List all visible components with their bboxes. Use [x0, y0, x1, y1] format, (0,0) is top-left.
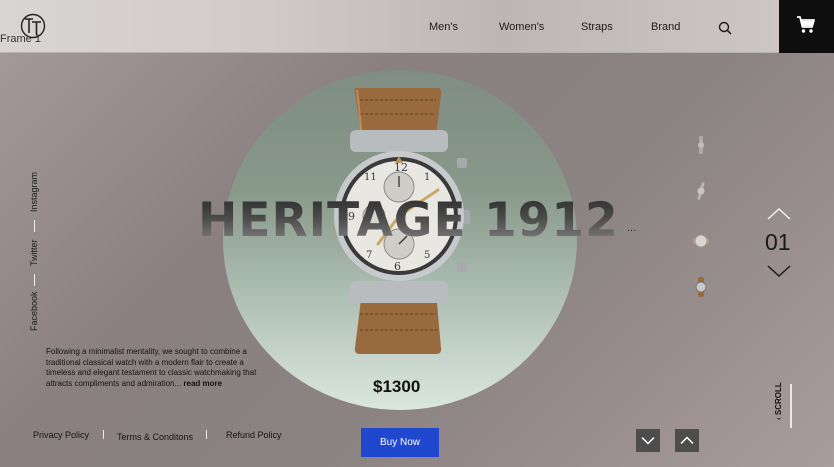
footer-privacy-policy-link[interactable]: Privacy Policy	[33, 430, 89, 440]
description-text: Following a minimalist mentality, we sou…	[46, 347, 257, 388]
cart-icon	[797, 16, 815, 33]
search-icon[interactable]	[718, 21, 732, 35]
watch-thumbnail[interactable]	[690, 134, 712, 156]
watch-thumbnail[interactable]	[690, 276, 712, 298]
scroll-up-button[interactable]	[675, 429, 699, 452]
product-price: $1300	[373, 377, 421, 396]
footer-refund-policy-link[interactable]: Refund Policy	[226, 430, 282, 440]
scroll-label-text: SCROLL	[774, 382, 783, 416]
slide-counter: 01	[765, 229, 791, 255]
footer-terms-link[interactable]: Terms & Conditons	[117, 432, 193, 442]
product-description: Following a minimalist mentality, we sou…	[46, 347, 258, 389]
buy-now-button[interactable]: Buy Now	[361, 428, 439, 457]
svg-text:7: 7	[366, 250, 372, 261]
nav-mens[interactable]: Men's	[429, 21, 458, 33]
read-more-link[interactable]: read more	[183, 379, 222, 388]
svg-text:6: 6	[394, 260, 401, 273]
frame-label: Frame 1	[0, 33, 41, 45]
chevron-up-icon[interactable]	[766, 206, 792, 222]
nav-straps[interactable]: Straps	[581, 21, 613, 33]
social-divider	[34, 220, 35, 232]
product-title: HERITAGE 1912	[198, 193, 638, 248]
svg-text:1: 1	[424, 172, 430, 183]
title-ellipsis: ...	[627, 222, 637, 234]
nav-womens[interactable]: Women's	[499, 21, 544, 33]
social-divider	[34, 274, 35, 286]
nav-brand[interactable]: Brand	[651, 21, 680, 33]
chevron-up-icon	[680, 436, 694, 445]
top-navigation-bar: Frame 1 Men's Women's Straps Brand	[0, 0, 834, 53]
social-twitter-link[interactable]: Twitter	[29, 239, 39, 266]
cart-button[interactable]	[779, 0, 834, 53]
footer-divider	[103, 430, 104, 439]
watch-thumbnail[interactable]	[690, 230, 712, 252]
watch-thumbnail[interactable]	[690, 180, 712, 202]
footer-divider	[206, 430, 207, 439]
scroll-down-button[interactable]	[636, 429, 660, 452]
social-instagram-link[interactable]: Instagram	[29, 172, 39, 212]
scroll-indicator-label: ‹ SCROLL	[774, 382, 783, 420]
chevron-down-icon	[641, 436, 655, 445]
svg-text:11: 11	[364, 172, 377, 183]
social-facebook-link[interactable]: Facebook	[29, 291, 39, 331]
svg-text:5: 5	[424, 250, 430, 261]
chevron-down-icon[interactable]	[766, 263, 792, 279]
scroll-indicator-bar	[790, 384, 792, 428]
